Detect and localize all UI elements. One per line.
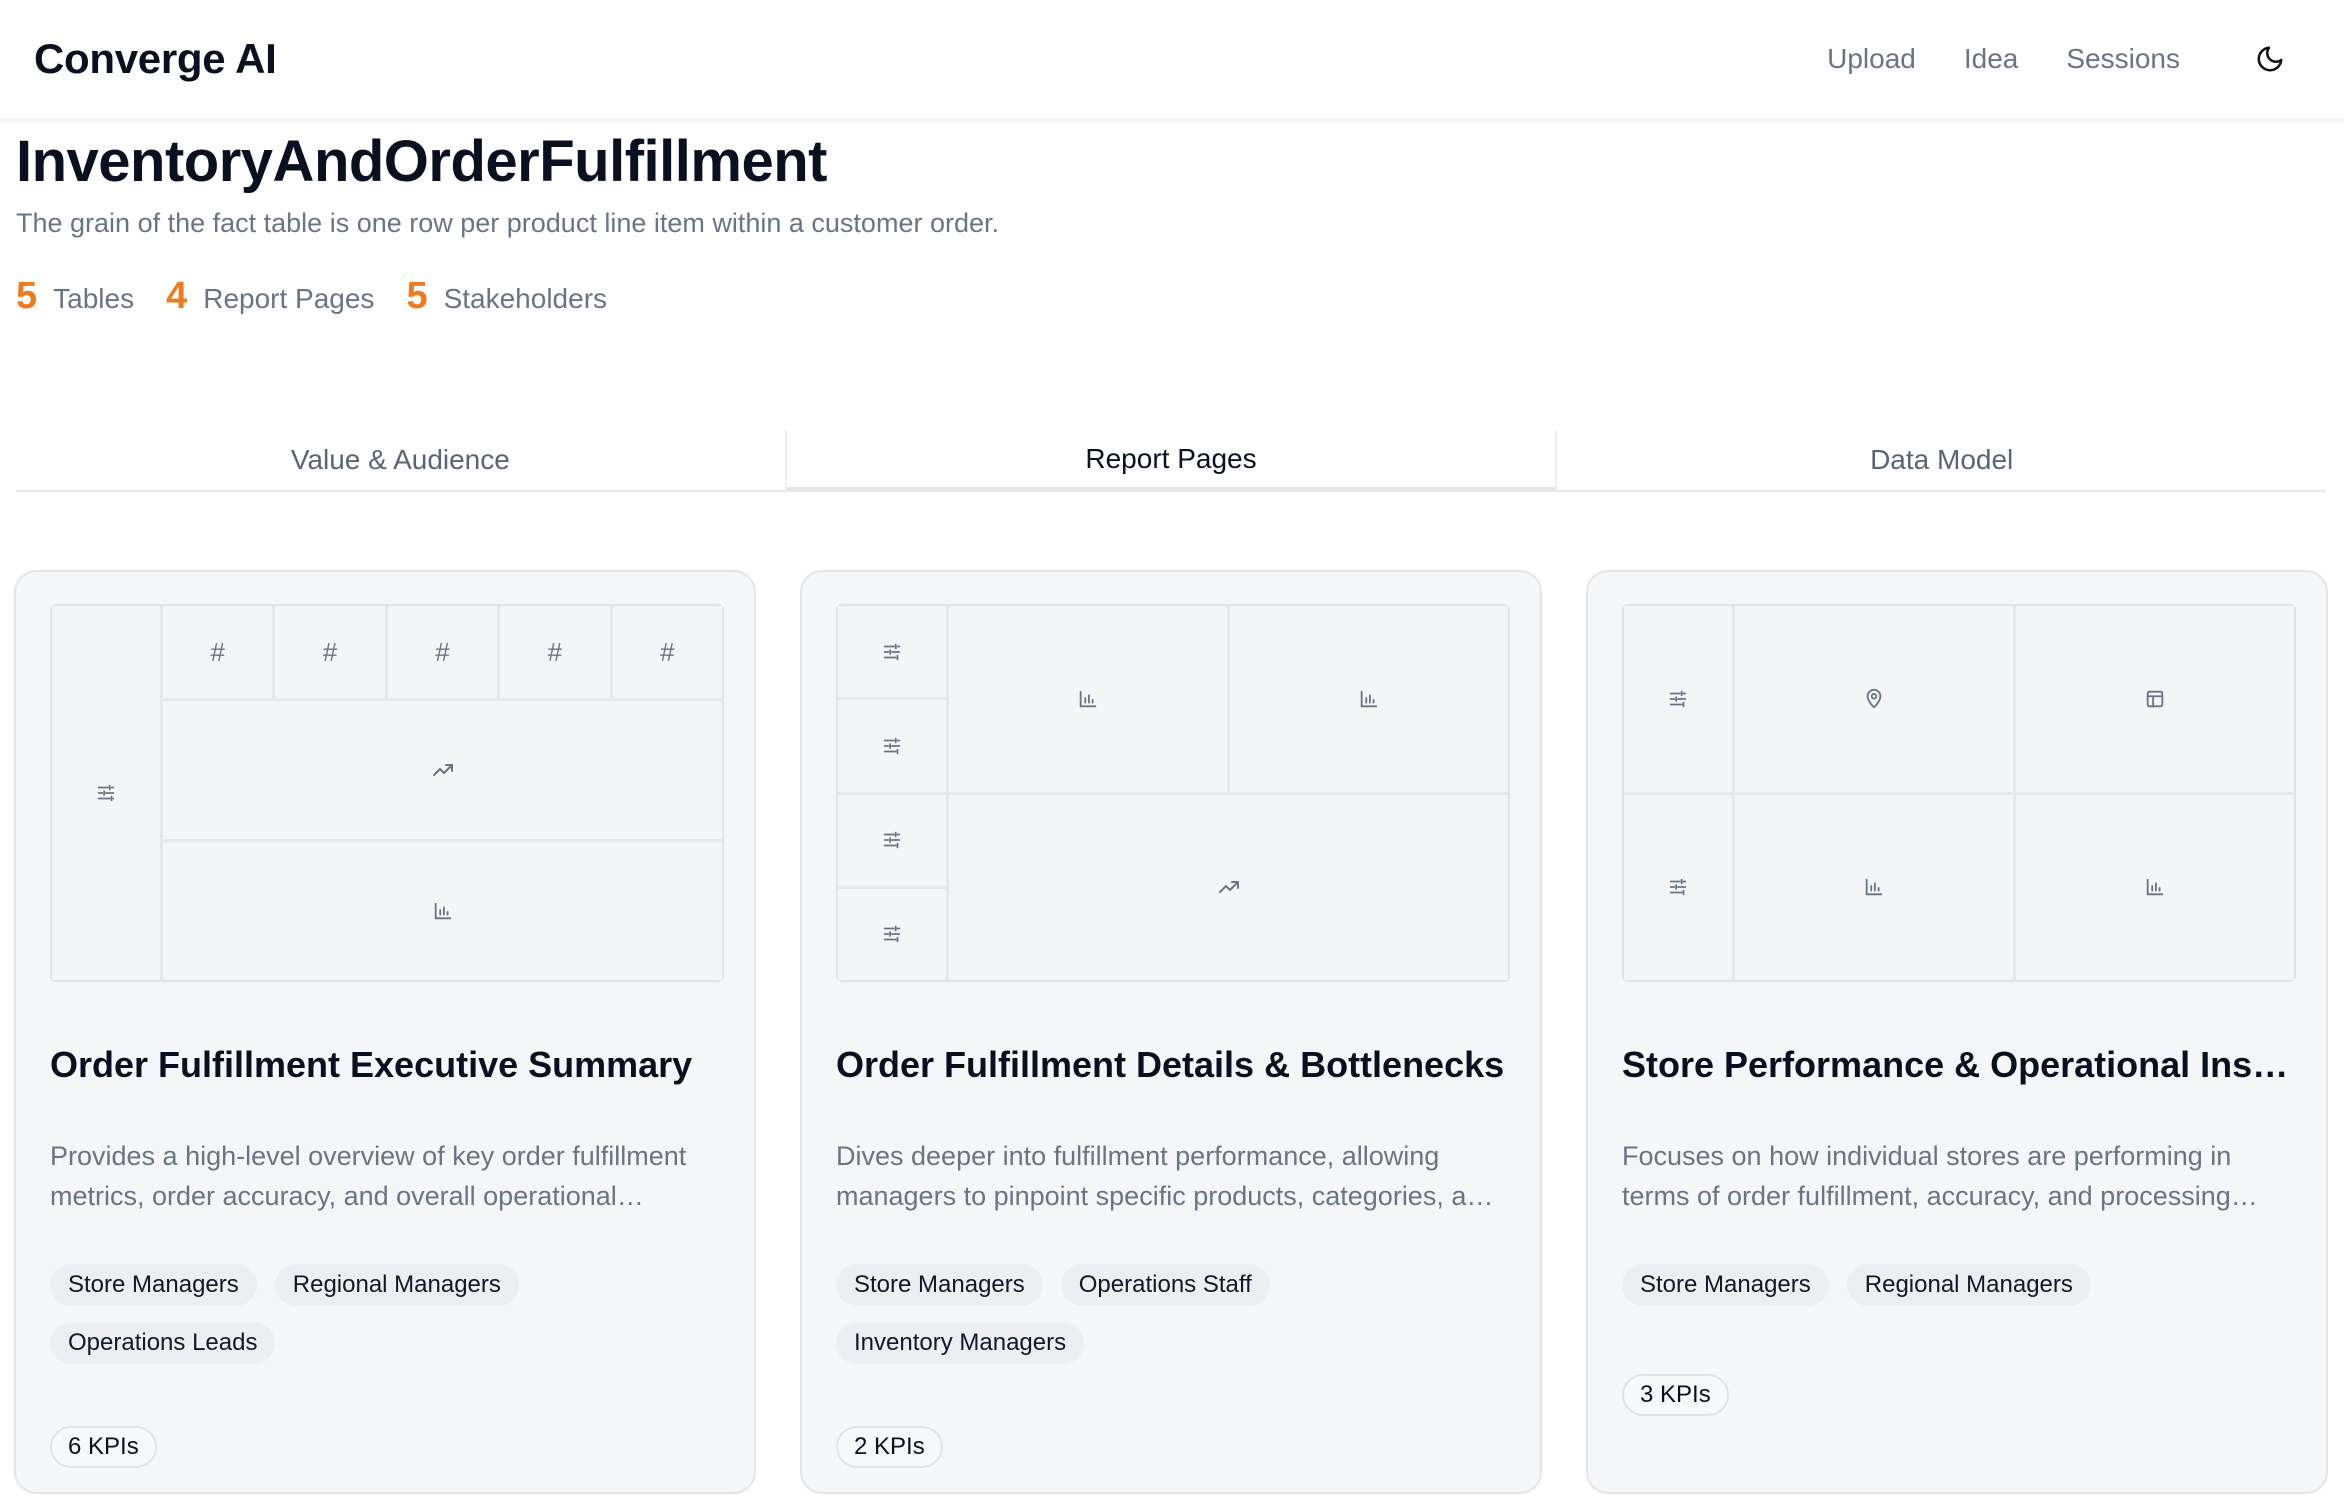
nav-upload[interactable]: Upload bbox=[1827, 43, 1916, 75]
stat-report-pages: 4 Report Pages bbox=[166, 275, 374, 318]
kpi-count-badge: 2 KPIs bbox=[836, 1426, 943, 1468]
layout-cell: # bbox=[275, 606, 385, 698]
trend-icon bbox=[1218, 881, 1239, 894]
stat-value: 4 bbox=[166, 275, 188, 317]
stat-label: Stakeholders bbox=[443, 283, 608, 314]
layout-cell bbox=[2016, 794, 2294, 980]
layout-cell: # bbox=[163, 606, 273, 698]
bar-chart-icon bbox=[1865, 879, 1883, 896]
layout-cell bbox=[1624, 794, 1732, 980]
tab-report-pages[interactable]: Report Pages bbox=[786, 430, 1558, 490]
card-description: Provides a high-level overview of key or… bbox=[50, 1141, 687, 1211]
map-pin-icon bbox=[1866, 688, 1882, 708]
slider-icon bbox=[1669, 879, 1687, 896]
stakeholder-tag: Store Managers bbox=[50, 1264, 257, 1306]
stakeholder-tags: Store Managers Regional Managers Operati… bbox=[50, 1264, 720, 1380]
kpi-count-badge: 3 KPIs bbox=[1622, 1374, 1729, 1416]
layout-cell bbox=[1230, 606, 1508, 792]
hash-icon: # bbox=[435, 636, 450, 667]
layout-cell bbox=[838, 888, 946, 980]
layout-cell: # bbox=[500, 606, 610, 698]
card-description: Focuses on how individual stores are per… bbox=[1622, 1141, 2232, 1211]
layout-cell bbox=[949, 606, 1227, 792]
slider-icon bbox=[883, 926, 901, 943]
slider-icon bbox=[883, 643, 901, 660]
layout-cell bbox=[1624, 606, 1732, 792]
layout-cell bbox=[838, 700, 946, 792]
stat-label: Report Pages bbox=[203, 283, 375, 314]
layout-cell bbox=[52, 606, 160, 980]
stat-value: 5 bbox=[16, 275, 38, 317]
layout-cell bbox=[2016, 606, 2294, 792]
bar-chart-icon bbox=[434, 902, 451, 920]
project-header: InventoryAndOrderFulfillment The grain o… bbox=[16, 126, 999, 318]
report-card[interactable]: # # # # # Order Fulfillment Executive Su… bbox=[14, 570, 756, 1494]
tab-value-audience[interactable]: Value & Audience bbox=[16, 430, 787, 490]
trend-icon bbox=[432, 764, 453, 776]
theme-toggle-button[interactable] bbox=[2246, 35, 2294, 83]
stakeholder-tag: Regional Managers bbox=[274, 1264, 519, 1306]
layout-preview bbox=[836, 604, 1510, 982]
report-page-cards: # # # # # Order Fulfillment Executive Su… bbox=[14, 570, 2328, 1494]
stakeholder-tag: Store Managers bbox=[1622, 1264, 1829, 1306]
layout-cell bbox=[163, 842, 722, 980]
hash-icon: # bbox=[660, 636, 675, 667]
stakeholder-tags: Store Managers Operations Staff Inventor… bbox=[836, 1264, 1506, 1380]
stakeholder-tag: Inventory Managers bbox=[836, 1322, 1085, 1364]
nav-sessions[interactable]: Sessions bbox=[2066, 43, 2180, 75]
slider-icon bbox=[883, 737, 901, 755]
page-subtitle: The grain of the fact table is one row p… bbox=[16, 208, 999, 238]
table-icon bbox=[2146, 690, 2164, 707]
stat-stakeholders: 5 Stakeholders bbox=[406, 275, 607, 318]
tab-bar: Value & Audience Report Pages Data Model bbox=[16, 430, 2326, 492]
layout-preview: # # # # # bbox=[50, 604, 724, 982]
layout-cell bbox=[838, 794, 946, 886]
hash-icon: # bbox=[322, 636, 338, 667]
stakeholder-tags: Store Managers Regional Managers bbox=[1622, 1264, 2292, 1322]
stakeholder-tag: Operations Leads bbox=[50, 1322, 276, 1364]
bar-chart-icon bbox=[2146, 879, 2164, 896]
stat-value: 5 bbox=[406, 275, 428, 317]
card-title: Order Fulfillment Details & Bottlenecks bbox=[836, 1044, 1505, 1085]
layout-cell bbox=[838, 606, 946, 698]
card-title: Store Performance & Operational Insights bbox=[1622, 1044, 2292, 1085]
stakeholder-tag: Operations Staff bbox=[1060, 1264, 1270, 1306]
report-card[interactable]: Order Fulfillment Details & Bottlenecks … bbox=[800, 570, 1542, 1494]
slider-icon bbox=[1669, 690, 1687, 707]
slider-icon bbox=[97, 784, 115, 802]
layout-cell bbox=[949, 794, 1508, 980]
stakeholder-tag: Regional Managers bbox=[1846, 1264, 2091, 1306]
report-card[interactable]: Store Performance & Operational Insights… bbox=[1586, 570, 2328, 1494]
layout-preview bbox=[1622, 604, 2296, 982]
layout-cell bbox=[1735, 794, 2013, 980]
card-title: Order Fulfillment Executive Summary bbox=[50, 1044, 693, 1085]
stat-tables: 5 Tables bbox=[16, 275, 134, 318]
layout-cell bbox=[1735, 606, 2013, 792]
bar-chart-icon bbox=[1079, 690, 1097, 707]
stakeholder-tag: Store Managers bbox=[836, 1264, 1043, 1306]
hash-icon: # bbox=[547, 636, 563, 667]
slider-icon bbox=[883, 831, 901, 849]
stat-label: Tables bbox=[53, 283, 135, 314]
project-stats: 5 Tables 4 Report Pages 5 Stakeholders bbox=[16, 275, 999, 318]
card-description: Dives deeper into fulfillment performanc… bbox=[836, 1141, 1497, 1211]
brand-logo[interactable]: Converge AI bbox=[34, 35, 277, 83]
page-title: InventoryAndOrderFulfillment bbox=[16, 129, 827, 194]
bar-chart-icon bbox=[1360, 690, 1378, 707]
nav-idea[interactable]: Idea bbox=[1964, 43, 2019, 75]
layout-cell bbox=[163, 701, 722, 839]
main-nav: Upload Idea Sessions bbox=[1779, 35, 2310, 83]
kpi-count-badge: 6 KPIs bbox=[50, 1426, 157, 1468]
hash-icon: # bbox=[210, 636, 225, 667]
tab-data-model[interactable]: Data Model bbox=[1557, 430, 2326, 490]
layout-cell: # bbox=[612, 606, 722, 698]
moon-icon bbox=[2257, 46, 2283, 72]
layout-cell: # bbox=[387, 606, 498, 698]
top-navbar: Converge AI Upload Idea Sessions bbox=[0, 0, 2344, 118]
